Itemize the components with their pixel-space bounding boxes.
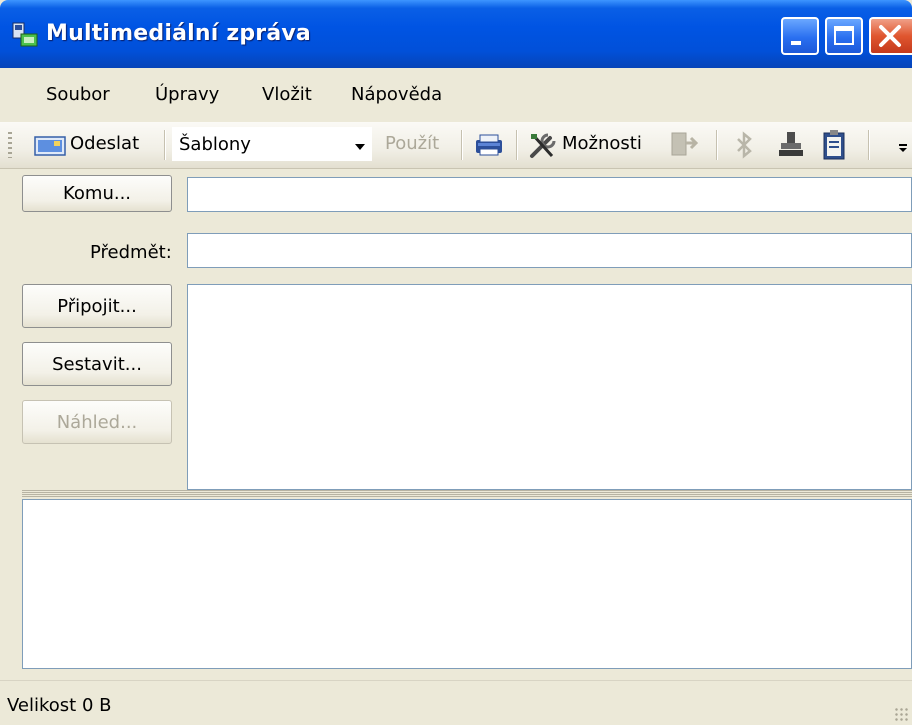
mms-window: Multimediální zpráva Soubor Úpravy Vloži… <box>0 0 912 725</box>
window-title: Multimediální zpráva <box>46 21 311 46</box>
close-button[interactable] <box>869 17 912 55</box>
attach-button[interactable]: Připojit... <box>22 284 172 328</box>
toolbar-separator <box>461 130 463 160</box>
resize-grip-icon[interactable] <box>894 707 908 721</box>
maximize-icon <box>834 26 854 45</box>
send-icon <box>34 136 66 156</box>
templates-combo[interactable]: Šablony <box>172 127 372 161</box>
maximize-button[interactable] <box>825 17 863 55</box>
minimize-icon <box>791 41 801 45</box>
notes-pane[interactable] <box>22 499 912 669</box>
preview-button[interactable]: Náhled... <box>22 400 172 444</box>
send-button[interactable]: Odeslat <box>30 126 156 164</box>
to-field[interactable] <box>187 177 912 212</box>
toolbar-overflow-icon[interactable] <box>898 142 908 154</box>
toolbar: Odeslat Šablony Použít Možnosti <box>0 122 912 169</box>
chevron-down-icon[interactable] <box>355 144 365 150</box>
apply-button[interactable]: Použít <box>385 133 439 154</box>
options-button[interactable]: Možnosti <box>526 126 658 164</box>
compose-button[interactable]: Sestavit... <box>22 342 172 386</box>
app-icon <box>12 22 38 47</box>
title-bar[interactable]: Multimediální zpráva <box>0 0 912 68</box>
clipboard-icon[interactable] <box>822 129 848 161</box>
printer-icon[interactable] <box>474 132 504 158</box>
options-label: Možnosti <box>562 133 642 154</box>
message-body-field[interactable] <box>187 284 912 490</box>
pane-splitter[interactable] <box>22 490 912 498</box>
to-button[interactable]: Komu... <box>22 175 172 212</box>
menu-bar: Soubor Úpravy Vložit Nápověda <box>0 70 912 122</box>
send-label: Odeslat <box>70 133 140 154</box>
tools-icon <box>530 133 556 158</box>
status-bar: Velikost 0 B <box>0 680 912 725</box>
toolbar-separator <box>868 130 870 160</box>
menu-soubor[interactable]: Soubor <box>46 84 110 105</box>
toolbar-separator <box>716 130 718 160</box>
toolbar-grip[interactable] <box>8 132 12 158</box>
menu-upravy[interactable]: Úpravy <box>155 84 219 105</box>
templates-value: Šablony <box>179 134 251 155</box>
close-icon <box>879 25 901 47</box>
bluetooth-icon[interactable] <box>732 131 756 159</box>
minimize-button[interactable] <box>781 17 819 55</box>
toolbar-separator <box>164 130 166 160</box>
stamp-icon[interactable] <box>776 130 806 160</box>
export-icon[interactable] <box>670 131 700 159</box>
subject-field[interactable] <box>187 233 912 268</box>
subject-label: Předmět: <box>90 242 172 263</box>
message-size-status: Velikost 0 B <box>7 695 112 716</box>
toolbar-separator <box>516 130 518 160</box>
menu-vlozit[interactable]: Vložit <box>262 84 312 105</box>
menu-napoveda[interactable]: Nápověda <box>351 84 442 105</box>
